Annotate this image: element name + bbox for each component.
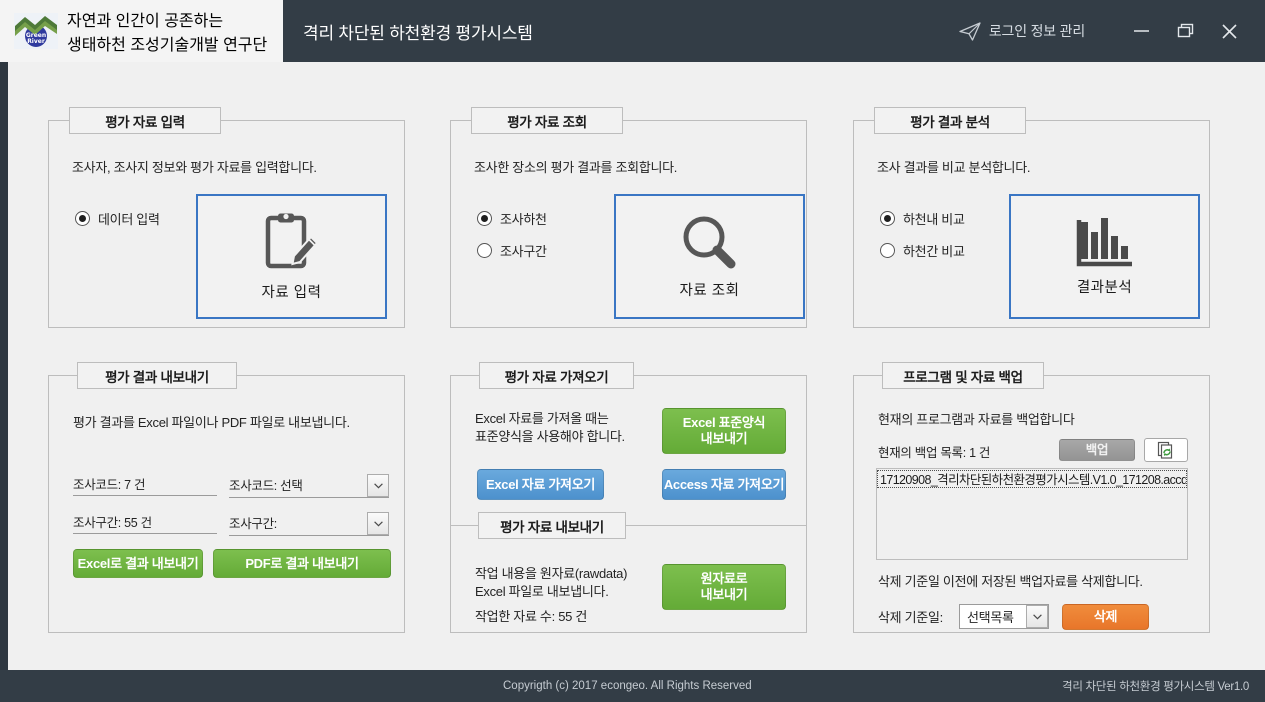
organization-logo-box: Green River 자연과 인간이 공존하는 생태하천 조성기술개발 연구단 <box>0 0 283 62</box>
refresh-backup-list-button[interactable] <box>1144 438 1188 462</box>
paper-plane-icon <box>959 21 981 41</box>
import-access-button[interactable]: Access 자료 가져오기 <box>662 469 786 500</box>
panel-data-input-description: 조사자, 조사지 정보와 평가 자료를 입력합니다. <box>72 160 317 175</box>
result-analysis-button[interactable]: 결과분석 <box>1009 194 1200 319</box>
close-button[interactable] <box>1207 11 1251 51</box>
result-analysis-button-label: 결과분석 <box>1076 280 1133 296</box>
status-bar: Copyrigth (c) 2017 econgeo. All Rights R… <box>0 670 1265 702</box>
panel-data-import-legend: 평가 자료 가져오기 <box>479 362 634 389</box>
panel-result-analysis-legend: 평가 결과 분석 <box>874 107 1026 134</box>
svg-text:River: River <box>27 38 45 45</box>
green-river-logo-icon: Green River <box>14 13 58 49</box>
survey-code-select[interactable]: 조사코드: 선택 <box>229 474 389 498</box>
panel-result-export: 평가 결과 내보내기 평가 결과를 Excel 파일이나 PDF 파일로 내보냅… <box>48 362 405 633</box>
chevron-down-icon[interactable] <box>1026 605 1048 628</box>
panel-data-input-legend: 평가 자료 입력 <box>69 107 221 134</box>
panel-backup: 프로그램 및 자료 백업 현재의 프로그램과 자료를 백업합니다 현재의 백업 … <box>853 362 1210 633</box>
export-pdf-button[interactable]: PDF로 결과 내보내기 <box>213 549 391 578</box>
radio-inter-river-compare-label: 하천간 비교 <box>903 244 965 259</box>
panel-data-search: 평가 자료 조회 조사한 장소의 평가 결과를 조회합니다. 조사하천 조사구간… <box>450 107 807 328</box>
raw-export-description: 작업 내용을 원자료(rawdata) Excel 파일로 내보냅니다. <box>475 566 628 599</box>
organization-name: 자연과 인간이 공존하는 생태하천 조성기술개발 연구단 <box>67 7 267 55</box>
refresh-copy-icon <box>1157 441 1172 459</box>
import-excel-button[interactable]: Excel 자료 가져오기 <box>477 469 604 500</box>
application-window: Green River 자연과 인간이 공존하는 생태하천 조성기술개발 연구단… <box>0 0 1265 702</box>
chevron-down-icon[interactable] <box>367 474 389 497</box>
panel-data-import: 평가 자료 가져오기 Excel 자료를 가져올 때는 표준양식을 사용해야 합… <box>450 362 807 633</box>
backup-file-list[interactable]: 17120908_격리차단된하천환경평가시스템.V1.0_171208.accd <box>876 468 1188 560</box>
survey-section-select-value: 조사구간: <box>229 517 277 531</box>
panel-data-input: 평가 자료 입력 조사자, 조사지 정보와 평가 자료를 입력합니다. 데이터 … <box>48 107 405 328</box>
survey-code-select-value: 조사코드: 선택 <box>229 479 303 493</box>
list-item[interactable]: 17120908_격리차단된하천환경평가시스템.V1.0_171208.accd <box>877 470 1187 488</box>
data-search-button[interactable]: 자료 조회 <box>614 194 805 319</box>
delete-date-label: 삭제 기준일: <box>878 610 943 625</box>
copyright-text: Copyrigth (c) 2017 econgeo. All Rights R… <box>503 680 752 692</box>
delete-backup-button[interactable]: 삭제 <box>1062 604 1149 630</box>
app-title: 격리 차단된 하천환경 평가시스템 <box>303 23 533 43</box>
window-left-rail <box>0 62 8 670</box>
panel-result-analysis: 평가 결과 분석 조사 결과를 비교 분석합니다. 하천내 비교 하천간 비교 <box>853 107 1210 328</box>
radio-data-input-label: 데이터 입력 <box>98 212 160 227</box>
backup-list-count: 현재의 백업 목록: 1 건 <box>878 446 991 460</box>
clipboard-pencil-icon <box>265 213 318 269</box>
survey-section-count: 조사구간: 55 건 <box>73 512 217 534</box>
panel-data-import-description: Excel 자료를 가져올 때는 표준양식을 사용해야 합니다. <box>475 411 625 444</box>
titlebar-controls: 로그인 정보 관리 <box>959 0 1265 62</box>
panel-data-search-legend: 평가 자료 조회 <box>471 107 623 134</box>
radio-inter-river-compare[interactable]: 하천간 비교 <box>880 241 965 260</box>
restore-button[interactable] <box>1163 11 1207 51</box>
radio-survey-section-label: 조사구간 <box>500 244 547 259</box>
delete-date-select[interactable]: 선택목록 <box>959 604 1049 629</box>
panel-backup-description: 현재의 프로그램과 자료를 백업합니다 <box>878 412 1075 427</box>
radio-indicator-icon <box>75 211 90 226</box>
radio-data-input[interactable]: 데이터 입력 <box>75 209 160 228</box>
radio-survey-section[interactable]: 조사구간 <box>477 241 547 260</box>
delete-date-select-value: 선택목록 <box>967 610 1014 625</box>
organization-name-line2: 생태하천 조성기술개발 연구단 <box>67 37 268 54</box>
data-input-button-label: 자료 입력 <box>261 285 322 301</box>
panel-result-export-legend: 평가 결과 내보내기 <box>77 362 237 389</box>
panel-backup-legend: 프로그램 및 자료 백업 <box>882 362 1044 389</box>
radio-intra-river-compare-label: 하천내 비교 <box>903 212 965 227</box>
minimize-icon <box>1133 30 1149 32</box>
radio-indicator-icon <box>477 211 492 226</box>
main-content: 평가 자료 입력 조사자, 조사지 정보와 평가 자료를 입력합니다. 데이터 … <box>8 62 1265 670</box>
radio-survey-river[interactable]: 조사하천 <box>477 209 547 228</box>
organization-name-line1: 자연과 인간이 공존하는 <box>67 13 224 30</box>
data-input-button[interactable]: 자료 입력 <box>196 194 387 319</box>
bar-chart-icon <box>1076 218 1132 267</box>
radio-intra-river-compare[interactable]: 하천내 비교 <box>880 209 965 228</box>
survey-section-select[interactable]: 조사구간: <box>229 512 389 536</box>
restore-window-icon <box>1177 23 1193 38</box>
chevron-down-icon[interactable] <box>367 512 389 535</box>
panel-data-search-description: 조사한 장소의 평가 결과를 조회합니다. <box>474 160 678 175</box>
data-search-button-label: 자료 조회 <box>679 283 740 299</box>
raw-export-count: 작업한 자료 수: 55 건 <box>475 609 588 624</box>
radio-indicator-icon <box>477 243 492 258</box>
panel-result-analysis-description: 조사 결과를 비교 분석합니다. <box>877 160 1031 175</box>
subpanel-raw-export-legend: 평가 자료 내보내기 <box>478 512 626 539</box>
export-rawdata-button[interactable]: 원자료로 내보내기 <box>662 564 786 610</box>
version-text: 격리 차단된 하천환경 평가시스템 Ver1.0 <box>1062 681 1249 693</box>
radio-indicator-icon <box>880 211 895 226</box>
minimize-button[interactable] <box>1119 11 1163 51</box>
login-info-label: 로그인 정보 관리 <box>988 23 1085 39</box>
magnifier-icon <box>683 216 735 269</box>
login-info-button[interactable]: 로그인 정보 관리 <box>959 21 1085 41</box>
radio-indicator-icon <box>880 243 895 258</box>
title-bar: Green River 자연과 인간이 공존하는 생태하천 조성기술개발 연구단… <box>0 0 1265 62</box>
export-excel-button[interactable]: Excel로 결과 내보내기 <box>73 549 203 578</box>
backup-button[interactable]: 백업 <box>1059 439 1135 461</box>
panel-result-export-description: 평가 결과를 Excel 파일이나 PDF 파일로 내보냅니다. <box>73 415 350 430</box>
radio-survey-river-label: 조사하천 <box>500 212 547 227</box>
export-excel-template-button[interactable]: Excel 표준양식 내보내기 <box>662 408 786 454</box>
delete-description: 삭제 기준일 이전에 저장된 백업자료를 삭제합니다. <box>878 574 1143 589</box>
close-icon <box>1221 23 1237 39</box>
survey-code-count: 조사코드: 7 건 <box>73 474 217 496</box>
